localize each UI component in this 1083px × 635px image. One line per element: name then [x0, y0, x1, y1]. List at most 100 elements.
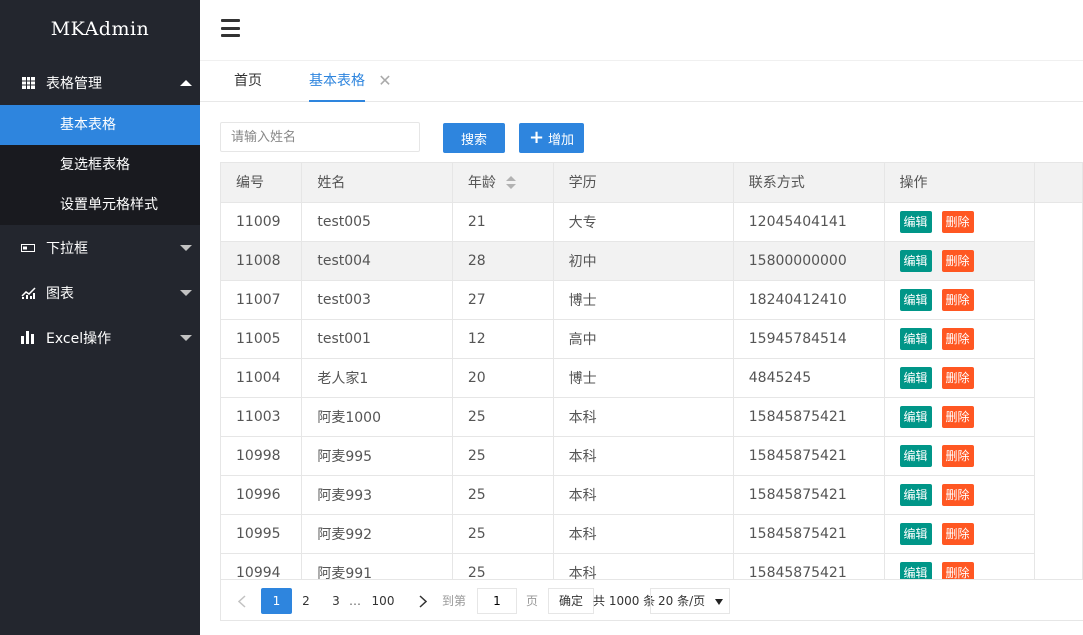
prev-page-icon[interactable]: [233, 588, 251, 614]
cell-actions: 编辑 删除: [884, 397, 1036, 437]
page-button-3[interactable]: 3: [327, 588, 345, 614]
goto-page-input[interactable]: [477, 588, 517, 614]
delete-button[interactable]: 删除: [941, 249, 974, 272]
subnav-item-cell-style[interactable]: 设置单元格样式: [0, 185, 200, 225]
cell-age: 25: [452, 436, 554, 476]
table-row[interactable]: 11005 test001 12 高中 15945784514 编辑 删除: [221, 319, 1083, 359]
table-row[interactable]: 11008 test004 28 初中 15800000000 编辑 删除: [221, 241, 1083, 281]
delete-button[interactable]: 删除: [941, 366, 974, 389]
sidebar-item-dropdown[interactable]: 下拉框: [0, 225, 200, 270]
edit-button[interactable]: 编辑: [899, 366, 932, 389]
cell-name: test003: [301, 280, 453, 320]
delete-button[interactable]: 删除: [941, 522, 974, 545]
edit-button[interactable]: 编辑: [899, 561, 932, 579]
cell-name: 阿麦993: [301, 475, 453, 515]
chevron-down-icon: [180, 289, 192, 296]
page-ellipsis: …: [349, 594, 361, 608]
chevron-up-icon: [180, 79, 192, 86]
sidebar-item-label: Excel操作: [46, 330, 112, 347]
column-header-education: 学历: [553, 163, 734, 203]
table-row[interactable]: 10995 阿麦992 25 本科 15845875421 编辑 删除: [221, 514, 1083, 554]
edit-button[interactable]: 编辑: [899, 483, 932, 506]
delete-button[interactable]: 删除: [941, 210, 974, 233]
column-header-name: 姓名: [301, 163, 453, 203]
next-page-icon[interactable]: [414, 588, 432, 614]
tab-basic-table[interactable]: 基本表格 ✕: [309, 61, 393, 102]
edit-button[interactable]: 编辑: [899, 405, 932, 428]
page-size-select[interactable]: 20 条/页: [650, 588, 730, 614]
cell-actions: 编辑 删除: [884, 280, 1036, 320]
cell-actions: 编辑 删除: [884, 475, 1036, 515]
edit-button[interactable]: 编辑: [899, 249, 932, 272]
cell-id: 11003: [221, 397, 303, 437]
edit-button[interactable]: 编辑: [899, 210, 932, 233]
edit-button[interactable]: 编辑: [899, 288, 932, 311]
tab-home[interactable]: 首页: [234, 61, 262, 102]
cell-education: 本科: [553, 553, 734, 579]
cell-age: 28: [452, 241, 554, 281]
cell-age: 12: [452, 319, 554, 359]
cell-id: 11009: [221, 202, 303, 242]
column-header-age[interactable]: 年龄: [452, 163, 554, 203]
cell-filler: [1034, 436, 1083, 475]
sort-icon[interactable]: [505, 176, 516, 190]
page-size-value: 20 条/页: [658, 594, 706, 608]
table-row[interactable]: 11003 阿麦1000 25 本科 15845875421 编辑 删除: [221, 397, 1083, 437]
table-row[interactable]: 10998 阿麦995 25 本科 15845875421 编辑 删除: [221, 436, 1083, 476]
search-input[interactable]: [220, 122, 420, 152]
subnav: 基本表格 复选框表格 设置单元格样式: [0, 105, 200, 225]
chevron-down-icon: [180, 334, 192, 341]
table-row[interactable]: 10996 阿麦993 25 本科 15845875421 编辑 删除: [221, 475, 1083, 515]
delete-button[interactable]: 删除: [941, 327, 974, 350]
search-button[interactable]: 搜索: [443, 123, 505, 153]
sidebar-item-excel[interactable]: Excel操作: [0, 315, 200, 360]
table-header-row: 编号 姓名 年龄 学历 联系方式 操作: [221, 163, 1083, 203]
cell-id: 10994: [221, 553, 303, 579]
cell-education: 本科: [553, 397, 734, 437]
close-icon[interactable]: ✕: [377, 61, 393, 101]
delete-button[interactable]: 删除: [941, 561, 974, 579]
goto-label: 到第: [442, 594, 467, 608]
table-row[interactable]: 10994 阿麦991 25 本科 15845875421 编辑 删除: [221, 553, 1083, 579]
table-row[interactable]: 11009 test005 21 大专 12045404141 编辑 删除: [221, 202, 1083, 242]
cell-education: 本科: [553, 436, 734, 476]
chevron-down-icon: [715, 599, 723, 605]
cell-actions: 编辑 删除: [884, 202, 1036, 242]
goto-confirm-button[interactable]: 确定: [548, 588, 594, 614]
subnav-item-basic-table[interactable]: 基本表格: [0, 105, 200, 145]
cell-name: 阿麦991: [301, 553, 453, 579]
sidebar-item-label: 下拉框: [46, 240, 88, 257]
table-row[interactable]: 11004 老人家1 20 博士 4845245 编辑 删除: [221, 358, 1083, 398]
cell-contact: 4845245: [733, 358, 885, 398]
cell-age: 25: [452, 475, 554, 515]
delete-button[interactable]: 删除: [941, 444, 974, 467]
menu-toggle-icon[interactable]: [221, 19, 240, 37]
cell-contact: 12045404141: [733, 202, 885, 242]
add-button[interactable]: + 增加: [519, 123, 584, 153]
cell-name: test004: [301, 241, 453, 281]
edit-button[interactable]: 编辑: [899, 327, 932, 350]
cell-contact: 18240412410: [733, 280, 885, 320]
cell-id: 11008: [221, 241, 303, 281]
edit-button[interactable]: 编辑: [899, 522, 932, 545]
sidebar-item-table-management[interactable]: 表格管理: [0, 60, 200, 105]
cell-filler: [1034, 514, 1083, 553]
sidebar: MKAdmin 表格管理 基本表格 复选框表格 设置单元格样式 下拉框 图表 E…: [0, 0, 200, 635]
subnav-item-checkbox-table[interactable]: 复选框表格: [0, 145, 200, 185]
cell-actions: 编辑 删除: [884, 553, 1036, 579]
cell-education: 高中: [553, 319, 734, 359]
column-header-age-label: 年龄: [467, 175, 496, 192]
sidebar-item-charts[interactable]: 图表: [0, 270, 200, 315]
cell-contact: 15845875421: [733, 553, 885, 579]
delete-button[interactable]: 删除: [941, 405, 974, 428]
page-button-2[interactable]: 2: [297, 588, 315, 614]
cell-contact: 15945784514: [733, 319, 885, 359]
cell-id: 10995: [221, 514, 303, 554]
page-button-1[interactable]: 1: [261, 588, 292, 614]
table-row[interactable]: 11007 test003 27 博士 18240412410 编辑 删除: [221, 280, 1083, 320]
delete-button[interactable]: 删除: [941, 483, 974, 506]
edit-button[interactable]: 编辑: [899, 444, 932, 467]
column-header-contact: 联系方式: [733, 163, 885, 203]
delete-button[interactable]: 删除: [941, 288, 974, 311]
page-button-100[interactable]: 100: [369, 588, 397, 614]
